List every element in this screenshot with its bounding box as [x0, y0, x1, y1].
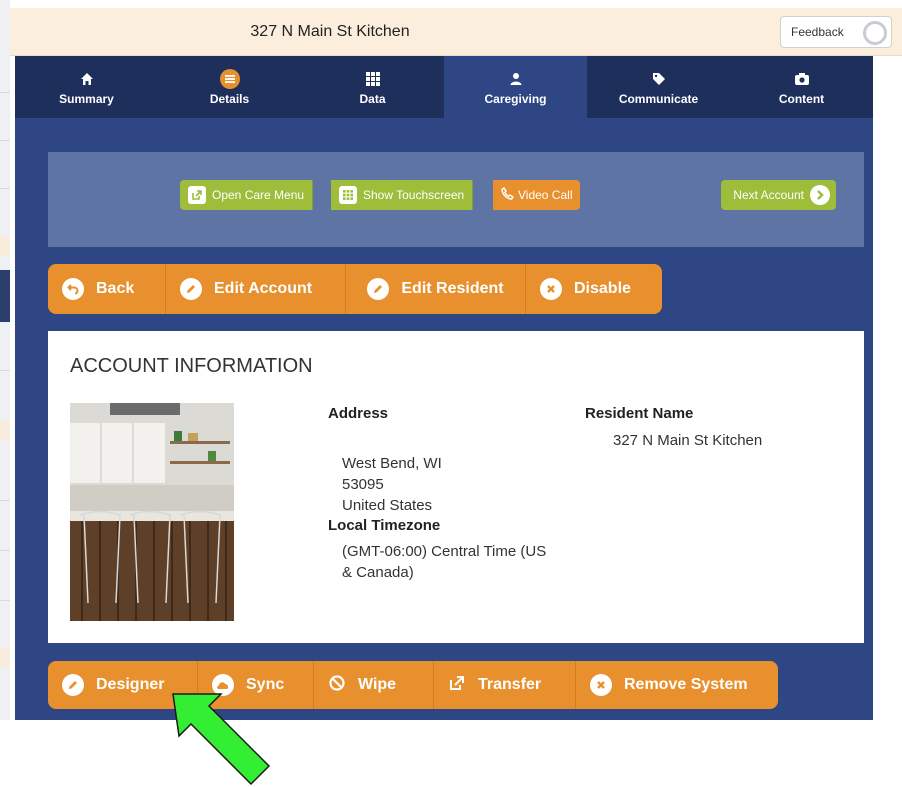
address-label: Address [328, 405, 389, 422]
tab-label: Data [359, 92, 386, 106]
back-button[interactable]: Back [48, 264, 166, 314]
resident-photo [70, 403, 234, 621]
wipe-button[interactable]: Wipe [314, 661, 434, 709]
transfer-button[interactable]: Transfer [434, 661, 576, 709]
share-icon [448, 674, 466, 697]
person-icon [509, 68, 523, 90]
close-icon [540, 278, 562, 300]
next-account-button[interactable]: Next Account [721, 180, 836, 210]
ban-icon [328, 674, 346, 697]
open-care-menu-button[interactable]: Open Care Menu [180, 180, 314, 210]
tab-label: Content [778, 92, 825, 106]
undo-icon [62, 278, 84, 300]
phone-icon [501, 187, 514, 203]
pencil-icon [180, 278, 202, 300]
camera-icon [794, 68, 809, 90]
timezone-label: Local Timezone [328, 517, 441, 534]
tab-label: Summary [59, 92, 114, 106]
account-info-heading: ACCOUNT INFORMATION [70, 355, 313, 377]
edit-resident-button[interactable]: Edit Resident [346, 264, 526, 314]
show-touchscreen-button[interactable]: Show Touchscreen [331, 180, 474, 210]
page-title: 327 N Main St Kitchen [250, 23, 410, 40]
timezone-line-2: & Canada) [342, 564, 414, 581]
left-edge-strip [0, 0, 10, 720]
tab-details[interactable]: Details [158, 56, 301, 118]
tab-content[interactable]: Content [730, 56, 873, 118]
video-call-button[interactable]: Video Call [493, 180, 581, 210]
tab-label: Details [209, 92, 250, 106]
chevron-right-icon [810, 185, 830, 205]
feedback-label: Feedback [791, 25, 844, 39]
tab-summary[interactable]: Summary [15, 56, 158, 118]
main-panel: Summary Details Data Caregiving Communic… [15, 56, 873, 720]
tab-communicate[interactable]: Communicate [587, 56, 730, 118]
address-country: United States [342, 497, 433, 514]
address-zip: 53095 [342, 476, 384, 493]
list-icon [219, 68, 240, 90]
account-actions-bar: Back Edit Account Edit Resident Disable [48, 264, 662, 314]
pencil-icon [62, 674, 84, 696]
edit-account-button[interactable]: Edit Account [166, 264, 346, 314]
external-link-icon [188, 186, 206, 204]
grid-icon [339, 186, 357, 204]
feedback-toggle-icon [863, 21, 887, 45]
tab-data[interactable]: Data [301, 56, 444, 118]
grid-icon [365, 68, 380, 90]
nav-tabs: Summary Details Data Caregiving Communic… [15, 56, 873, 118]
pencil-icon [367, 278, 390, 300]
page: 327 N Main St Kitchen Feedback Summary D… [0, 0, 902, 787]
care-toolbar: Open Care Menu Show Touchscreen Video Ca… [48, 152, 864, 247]
close-icon [590, 674, 612, 696]
system-actions-bar: Designer Sync Wipe Transfer Remove Syste… [48, 661, 778, 709]
tag-icon [652, 68, 666, 90]
resident-name-value: 327 N Main St Kitchen [613, 432, 763, 449]
timezone-line-1: (GMT-06:00) Central Time (US [342, 543, 547, 560]
tab-label: Communicate [618, 92, 699, 106]
tab-label: Caregiving [484, 92, 547, 106]
account-info-card: ACCOUNT INFORMATION Address West Bend, W… [48, 331, 864, 643]
resident-name-label: Resident Name [585, 405, 694, 422]
remove-system-button[interactable]: Remove System [576, 661, 778, 709]
address-city: West Bend, WI [342, 455, 442, 472]
home-icon [80, 68, 94, 90]
feedback-button[interactable]: Feedback [780, 16, 892, 48]
pointer-arrow-icon [165, 690, 275, 787]
top-bar: 327 N Main St Kitchen Feedback [10, 8, 902, 56]
disable-button[interactable]: Disable [526, 264, 662, 314]
tab-caregiving[interactable]: Caregiving [444, 56, 587, 118]
